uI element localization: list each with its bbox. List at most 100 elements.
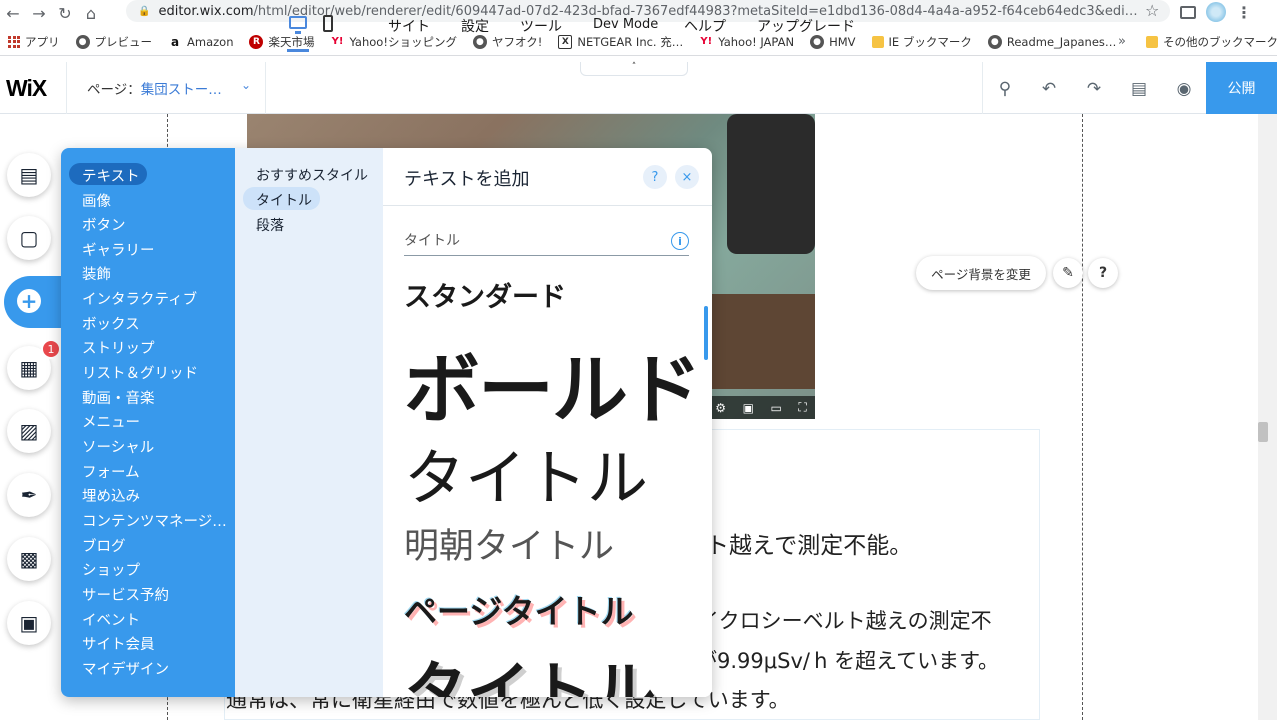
bookmark-label: プレビュー: [94, 34, 153, 49]
browser-right-icons: ⋮: [1180, 2, 1252, 22]
globe-icon: ●: [987, 34, 1002, 49]
category-bookings[interactable]: サービス予約: [82, 584, 169, 605]
category-social[interactable]: ソーシャル: [82, 436, 154, 457]
bookmark-label: アプリ: [25, 34, 60, 49]
subcategory-title[interactable]: タイトル: [256, 190, 312, 210]
save-icon[interactable]: ▤: [1129, 79, 1149, 99]
category-strip[interactable]: ストリップ: [82, 337, 155, 358]
menu-dev-mode[interactable]: Dev Mode: [593, 17, 658, 32]
category-blog[interactable]: ブログ: [82, 535, 126, 556]
media-manager-icon[interactable]: ▨: [7, 409, 51, 453]
bookmark-label: その他のブックマーク: [1163, 35, 1277, 49]
zoom-out-icon[interactable]: ⚲: [995, 79, 1015, 99]
fullscreen-icon[interactable]: ⛶: [798, 400, 806, 415]
category-gallery[interactable]: ギャラリー: [82, 239, 155, 260]
category-video-music[interactable]: 動画・音楽: [82, 387, 155, 408]
screen: ← → ↻ ⌂ 🔒 editor.wix.com/html/editor/web…: [0, 0, 1277, 720]
category-content-manager[interactable]: コンテンツマネージ…: [82, 510, 227, 531]
design-brush-icon[interactable]: ✎: [1053, 258, 1083, 288]
category-button[interactable]: ボタン: [82, 214, 126, 235]
back-arrow-icon[interactable]: ←: [0, 2, 26, 24]
desktop-view-icon[interactable]: [289, 16, 307, 34]
menu-settings[interactable]: 設定: [461, 16, 489, 36]
forward-arrow-icon[interactable]: →: [26, 2, 52, 24]
bookmark-label: NETGEAR Inc. 充…: [577, 34, 684, 49]
section-label: タイトル: [404, 233, 460, 249]
theater-mode-icon[interactable]: ▭: [770, 401, 781, 415]
body-text-line: イクロシーベルト越えの測定不: [698, 609, 992, 633]
preset-title[interactable]: タイトル: [404, 428, 648, 517]
body-text-line: が9.99μSv/ h を超えています。: [696, 649, 999, 673]
category-menu[interactable]: メニュー: [82, 411, 140, 432]
cast-icon[interactable]: [1180, 5, 1196, 19]
preview-eye-icon[interactable]: ◉: [1174, 79, 1194, 99]
menu-help[interactable]: ヘルプ: [684, 16, 726, 36]
preset-standard[interactable]: スタンダード: [404, 275, 566, 314]
bookmark-label: Amazon: [187, 34, 234, 49]
collapse-topbar-button[interactable]: ˄: [580, 62, 688, 76]
wix-logo[interactable]: WiX: [6, 75, 47, 102]
preset-mincho-title[interactable]: 明朝タイトル: [404, 518, 614, 569]
category-interactive[interactable]: インタラクティブ: [82, 288, 197, 309]
mobile-view-icon[interactable]: [323, 15, 333, 32]
bookmark-item[interactable]: a Amazon: [160, 34, 241, 49]
category-my-designs[interactable]: マイデザイン: [82, 658, 169, 679]
bookmark-star-icon[interactable]: ☆: [1145, 1, 1159, 20]
bookmark-item[interactable]: ● Readme_Japanes…: [980, 34, 1125, 49]
home-icon[interactable]: ⌂: [78, 2, 104, 24]
bookmark-item[interactable]: ● プレビュー: [68, 34, 161, 50]
bookmark-item[interactable]: ● HMV: [802, 34, 863, 49]
bookmarks-overflow-icon[interactable]: »: [1118, 34, 1126, 49]
panel-help-button[interactable]: ?: [643, 165, 667, 189]
info-icon[interactable]: i: [671, 232, 689, 250]
bookmark-item[interactable]: IE ブックマーク: [864, 34, 980, 50]
category-form[interactable]: フォーム: [82, 461, 140, 482]
business-bag-icon[interactable]: ▣: [7, 601, 51, 645]
bookmark-item[interactable]: X NETGEAR Inc. 充…: [550, 34, 691, 50]
picture-in-picture-icon[interactable]: ▣: [743, 401, 754, 415]
preset-page-title[interactable]: ページタイトル: [404, 585, 634, 633]
category-box[interactable]: ボックス: [82, 313, 140, 334]
category-text[interactable]: テキスト: [82, 165, 140, 186]
subcategory-recommended[interactable]: おすすめスタイル: [256, 165, 368, 185]
menu-upgrade[interactable]: アップグレード: [757, 16, 855, 36]
change-page-background-button[interactable]: ページ背景を変更: [916, 256, 1046, 290]
bookmark-label: Readme_Japanes…: [1006, 34, 1117, 49]
settings-gear-icon[interactable]: ⚙: [715, 401, 726, 415]
panel-close-button[interactable]: ×: [675, 165, 699, 189]
bookmark-item[interactable]: アプリ: [0, 34, 68, 50]
reload-icon[interactable]: ↻: [52, 2, 78, 24]
background-icon[interactable]: ▢: [7, 216, 51, 260]
category-list-grid[interactable]: リスト＆グリッド: [82, 362, 198, 383]
folder-icon: [871, 35, 884, 48]
profile-avatar[interactable]: [1206, 2, 1226, 22]
menu-tools[interactable]: ツール: [520, 16, 562, 36]
redo-icon[interactable]: ↷: [1084, 79, 1104, 99]
bookmark-item[interactable]: R 楽天市場: [241, 34, 322, 50]
bookmark-label: Yahoo! JAPAN: [718, 34, 795, 49]
pen-nib-icon[interactable]: ✒: [7, 473, 51, 517]
other-bookmarks[interactable]: その他のブックマーク: [1146, 34, 1277, 50]
preset-bold[interactable]: ボールド: [404, 328, 702, 438]
category-image[interactable]: 画像: [82, 190, 111, 211]
help-icon[interactable]: ?: [1088, 258, 1118, 288]
publish-button[interactable]: 公開: [1206, 62, 1277, 114]
category-events[interactable]: イベント: [82, 609, 140, 630]
category-shop[interactable]: ショップ: [82, 559, 140, 580]
more-menu-icon[interactable]: ⋮: [1236, 3, 1252, 22]
bookmark-item[interactable]: Y! Yahoo! JAPAN: [691, 34, 802, 49]
page-scrollbar[interactable]: [1258, 114, 1277, 720]
subcategory-paragraph[interactable]: 段落: [256, 215, 284, 235]
url-host: editor.wix.com: [158, 3, 254, 19]
calendar-icon[interactable]: ▩: [7, 537, 51, 581]
panel-scrollbar-thumb[interactable]: [704, 306, 708, 360]
preset-large-title[interactable]: タイトル: [404, 641, 656, 697]
scrollbar-thumb[interactable]: [1258, 422, 1268, 442]
pages-menu-icon[interactable]: ▤: [7, 153, 51, 197]
category-embed[interactable]: 埋め込み: [82, 485, 140, 506]
undo-icon[interactable]: ↶: [1039, 79, 1059, 99]
menu-site[interactable]: サイト: [388, 16, 430, 36]
category-decorative[interactable]: 装飾: [82, 263, 111, 284]
page-selector[interactable]: ページ： 集団ストー… ⌄: [66, 62, 266, 114]
category-members[interactable]: サイト会員: [82, 633, 155, 654]
